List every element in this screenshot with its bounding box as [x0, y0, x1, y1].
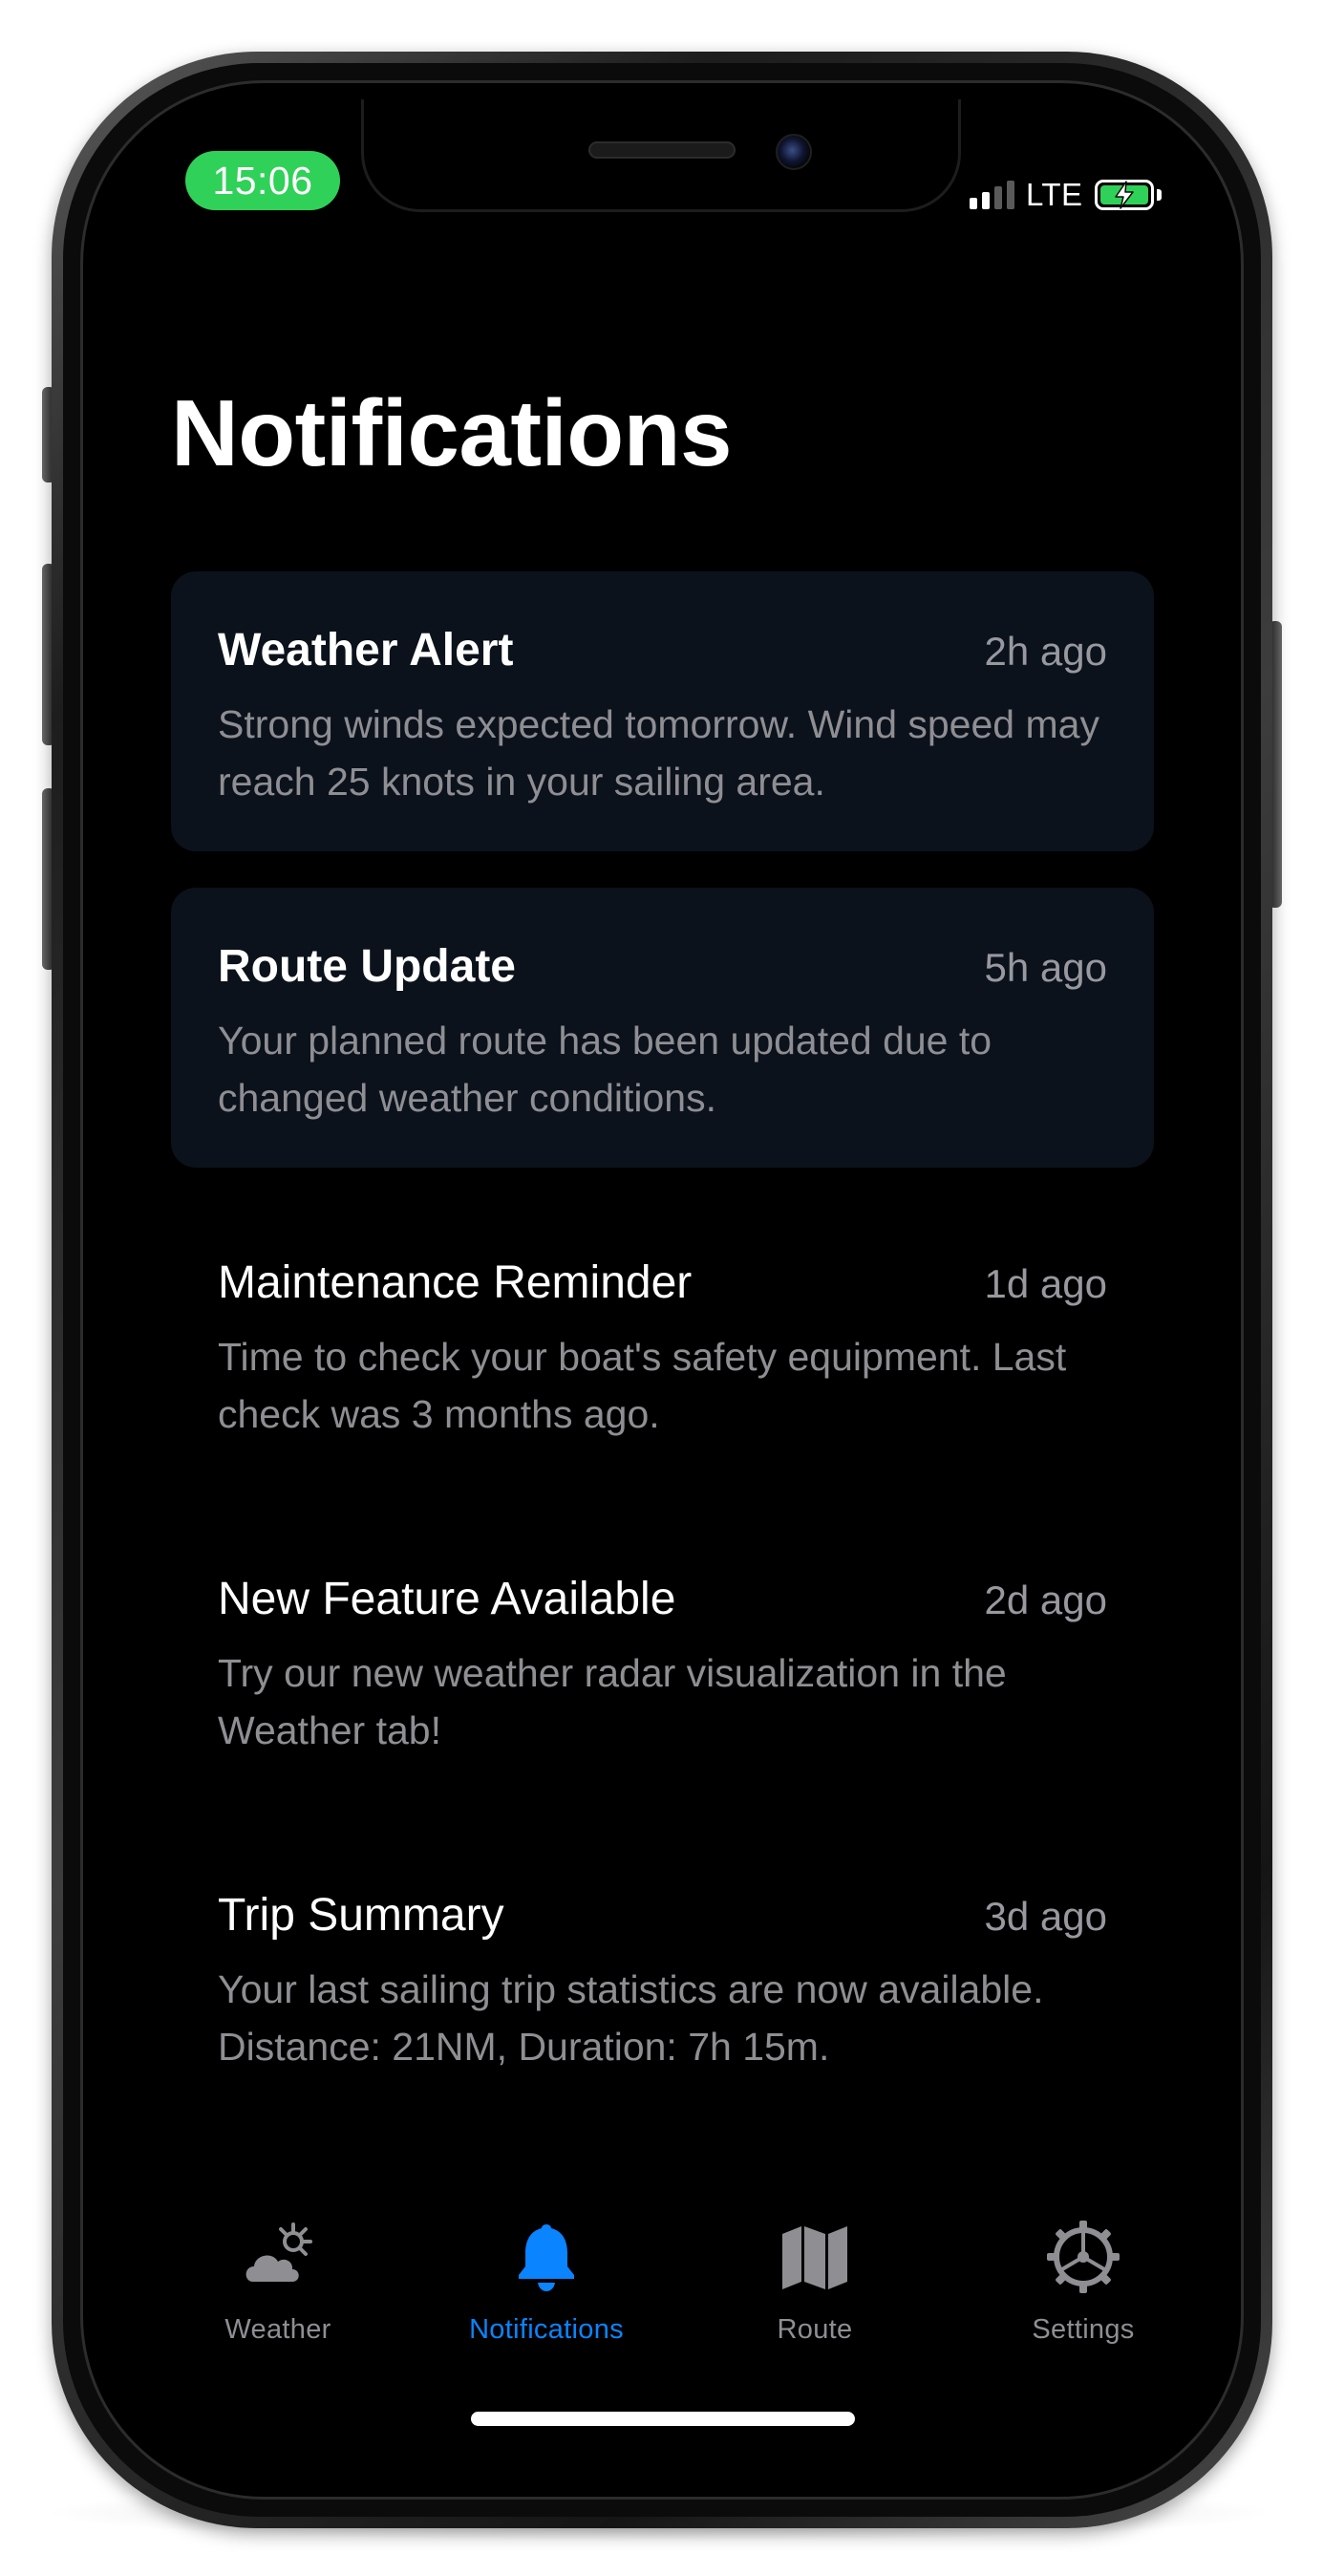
- notification-header: Weather Alert 2h ago: [218, 623, 1107, 678]
- tab-weather[interactable]: Weather: [163, 2219, 393, 2362]
- gear-icon: [1047, 2221, 1120, 2293]
- notification-header: Route Update 5h ago: [218, 939, 1107, 995]
- notification-time: 5h ago: [984, 945, 1107, 990]
- notification-body: Your last sailing trip statistics are no…: [218, 1967, 1044, 2069]
- battery-icon: [1094, 180, 1154, 210]
- map-icon: [782, 2226, 847, 2289]
- cellular-signal-icon: [970, 181, 1014, 209]
- notification-title: Weather Alert: [218, 625, 514, 676]
- notification-body: Try our new weather radar visualization …: [218, 1651, 1007, 1752]
- tab-bar: Weather Notifications Route Settings: [124, 2219, 1199, 2362]
- status-time[interactable]: 15:06: [185, 151, 340, 210]
- home-indicator[interactable]: [471, 2412, 855, 2426]
- notification-item[interactable]: Route Update 5h ago Your planned route h…: [171, 888, 1154, 1168]
- notification-body: Time to check your boat's safety equipme…: [218, 1335, 1067, 1436]
- tab-weather-label: Weather: [224, 2314, 331, 2345]
- front-camera: [776, 134, 812, 170]
- tab-settings[interactable]: Settings: [969, 2219, 1198, 2362]
- bell-icon: [519, 2224, 574, 2291]
- notification-body: Your planned route has been updated due …: [218, 1019, 992, 1120]
- cloud-sun-icon: [245, 2222, 312, 2282]
- notification-title: Maintenance Reminder: [218, 1257, 693, 1308]
- notifications-list: Weather Alert 2h ago Strong winds expect…: [171, 571, 1154, 2153]
- notification-header: Trip Summary 3d ago: [218, 1888, 1107, 1943]
- earpiece-speaker: [588, 141, 736, 159]
- notification-item[interactable]: New Feature Available 2d ago Try our new…: [171, 1520, 1154, 1800]
- notification-title: Trip Summary: [218, 1890, 504, 1941]
- notification-time: 2d ago: [984, 1578, 1107, 1622]
- notification-item[interactable]: Maintenance Reminder 1d ago Time to chec…: [171, 1204, 1154, 1484]
- battery-cap: [1156, 189, 1162, 201]
- notification-header: New Feature Available 2d ago: [218, 1572, 1107, 1627]
- tab-settings-label: Settings: [1032, 2314, 1135, 2345]
- notification-body: Strong winds expected tomorrow. Wind spe…: [218, 702, 1099, 804]
- page-title: Notifications: [171, 380, 732, 485]
- notification-header: Maintenance Reminder 1d ago: [218, 1256, 1107, 1311]
- tab-route[interactable]: Route: [700, 2219, 929, 2362]
- notification-item[interactable]: Weather Alert 2h ago Strong winds expect…: [171, 571, 1154, 851]
- notification-time: 2h ago: [984, 629, 1107, 674]
- network-type-label: LTE: [1026, 177, 1083, 212]
- status-indicators: LTE: [970, 173, 1162, 217]
- notification-time: 3d ago: [984, 1894, 1107, 1939]
- app-stage: 15:06 LTE Notifications Weather Alert 2h…: [0, 0, 1323, 2576]
- notification-item[interactable]: Trip Summary 3d ago Your last sailing tr…: [171, 1836, 1154, 2116]
- phone-screen: 15:06 LTE Notifications Weather Alert 2h…: [124, 99, 1199, 2477]
- notification-title: New Feature Available: [218, 1574, 676, 1624]
- tab-notifications-label: Notifications: [469, 2314, 624, 2345]
- tab-notifications[interactable]: Notifications: [432, 2219, 661, 2362]
- charging-bolt-icon: [1114, 181, 1134, 209]
- notification-title: Route Update: [218, 941, 516, 992]
- notification-time: 1d ago: [984, 1261, 1107, 1306]
- tab-route-label: Route: [777, 2314, 853, 2345]
